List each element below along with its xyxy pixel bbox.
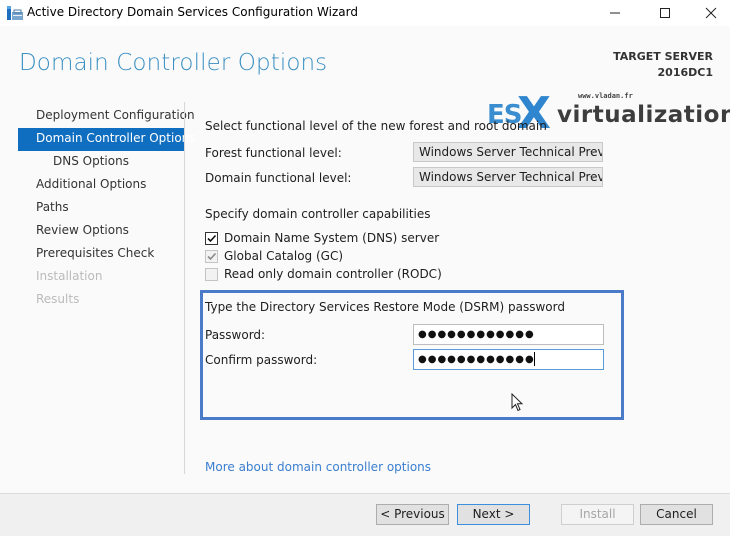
maximize-icon xyxy=(660,8,670,18)
target-server: TARGET SERVER 2016DC1 xyxy=(613,49,713,81)
target-server-value: 2016DC1 xyxy=(657,66,713,79)
close-button[interactable] xyxy=(688,0,730,26)
dns-server-label: Domain Name System (DNS) server xyxy=(224,231,440,245)
nav-item-dns-options[interactable]: DNS Options xyxy=(18,151,184,174)
watermark-url: www.vladan.fr xyxy=(578,92,633,100)
nav-divider xyxy=(184,102,185,474)
global-catalog-checkbox xyxy=(205,250,218,263)
forest-level-value: Windows Server Technical Previe xyxy=(419,145,603,159)
domain-level-label: Domain functional level: xyxy=(205,171,352,185)
chevron-down-icon: ⌵ xyxy=(589,172,596,182)
ad-wizard-app-icon xyxy=(6,5,24,21)
confirm-password-field[interactable]: ●●●●●●●●●●●● xyxy=(413,349,604,370)
nav-item-domain-controller-options[interactable]: Domain Controller Options xyxy=(18,128,196,151)
more-about-dc-options-link[interactable]: More about domain controller options xyxy=(205,460,431,474)
nav-item-prerequisites-check[interactable]: Prerequisites Check xyxy=(18,243,184,266)
checkmark-icon xyxy=(207,234,217,243)
minimize-icon xyxy=(610,12,620,14)
global-catalog-label: Global Catalog (GC) xyxy=(224,249,344,263)
capabilities-heading: Specify domain controller capabilities xyxy=(205,207,431,221)
page-title: Domain Controller Options xyxy=(19,50,328,76)
nav-item-additional-options[interactable]: Additional Options xyxy=(18,174,184,197)
dsrm-heading: Type the Directory Services Restore Mode… xyxy=(205,300,565,314)
target-server-label: TARGET SERVER xyxy=(613,50,713,63)
password-value: ●●●●●●●●●●●● xyxy=(418,329,535,340)
nav-item-paths[interactable]: Paths xyxy=(18,197,184,220)
password-label: Password: xyxy=(205,328,266,342)
next-button[interactable]: Next > xyxy=(457,504,530,525)
wizard-steps-nav: Deployment Configuration Domain Controll… xyxy=(18,105,196,312)
domain-level-select[interactable]: Windows Server Technical Previe ⌵ xyxy=(413,167,603,187)
confirm-password-value: ●●●●●●●●●●●● xyxy=(418,354,535,365)
nav-item-deployment-configuration[interactable]: Deployment Configuration xyxy=(18,105,195,128)
rodc-label: Read only domain controller (RODC) xyxy=(224,267,442,281)
text-caret xyxy=(533,352,535,366)
cancel-button[interactable]: Cancel xyxy=(640,504,713,525)
watermark-virtualization: virtualization xyxy=(557,102,730,128)
close-icon xyxy=(705,7,717,19)
rodc-checkbox xyxy=(205,268,218,281)
checkmark-icon xyxy=(207,252,217,261)
nav-item-results: Results xyxy=(36,292,80,306)
previous-button[interactable]: < Previous xyxy=(376,504,449,525)
functional-level-heading: Select functional level of the new fores… xyxy=(205,119,547,133)
chevron-down-icon: ⌵ xyxy=(589,147,596,157)
title-bar: Active Directory Domain Services Configu… xyxy=(0,0,730,26)
window-title: Active Directory Domain Services Configu… xyxy=(27,5,358,19)
confirm-password-label: Confirm password: xyxy=(205,353,318,367)
domain-level-value: Windows Server Technical Previe xyxy=(419,170,603,184)
dns-server-checkbox[interactable] xyxy=(205,232,218,245)
install-button: Install xyxy=(561,504,634,525)
password-field[interactable]: ●●●●●●●●●●●● xyxy=(413,324,604,345)
nav-item-installation: Installation xyxy=(36,269,103,283)
mouse-cursor-icon xyxy=(511,393,524,412)
nav-item-review-options[interactable]: Review Options xyxy=(18,220,184,243)
forest-level-select[interactable]: Windows Server Technical Previe ⌵ xyxy=(413,142,603,162)
minimize-button[interactable] xyxy=(592,0,638,26)
maximize-button[interactable] xyxy=(642,0,688,26)
forest-level-label: Forest functional level: xyxy=(205,146,342,160)
